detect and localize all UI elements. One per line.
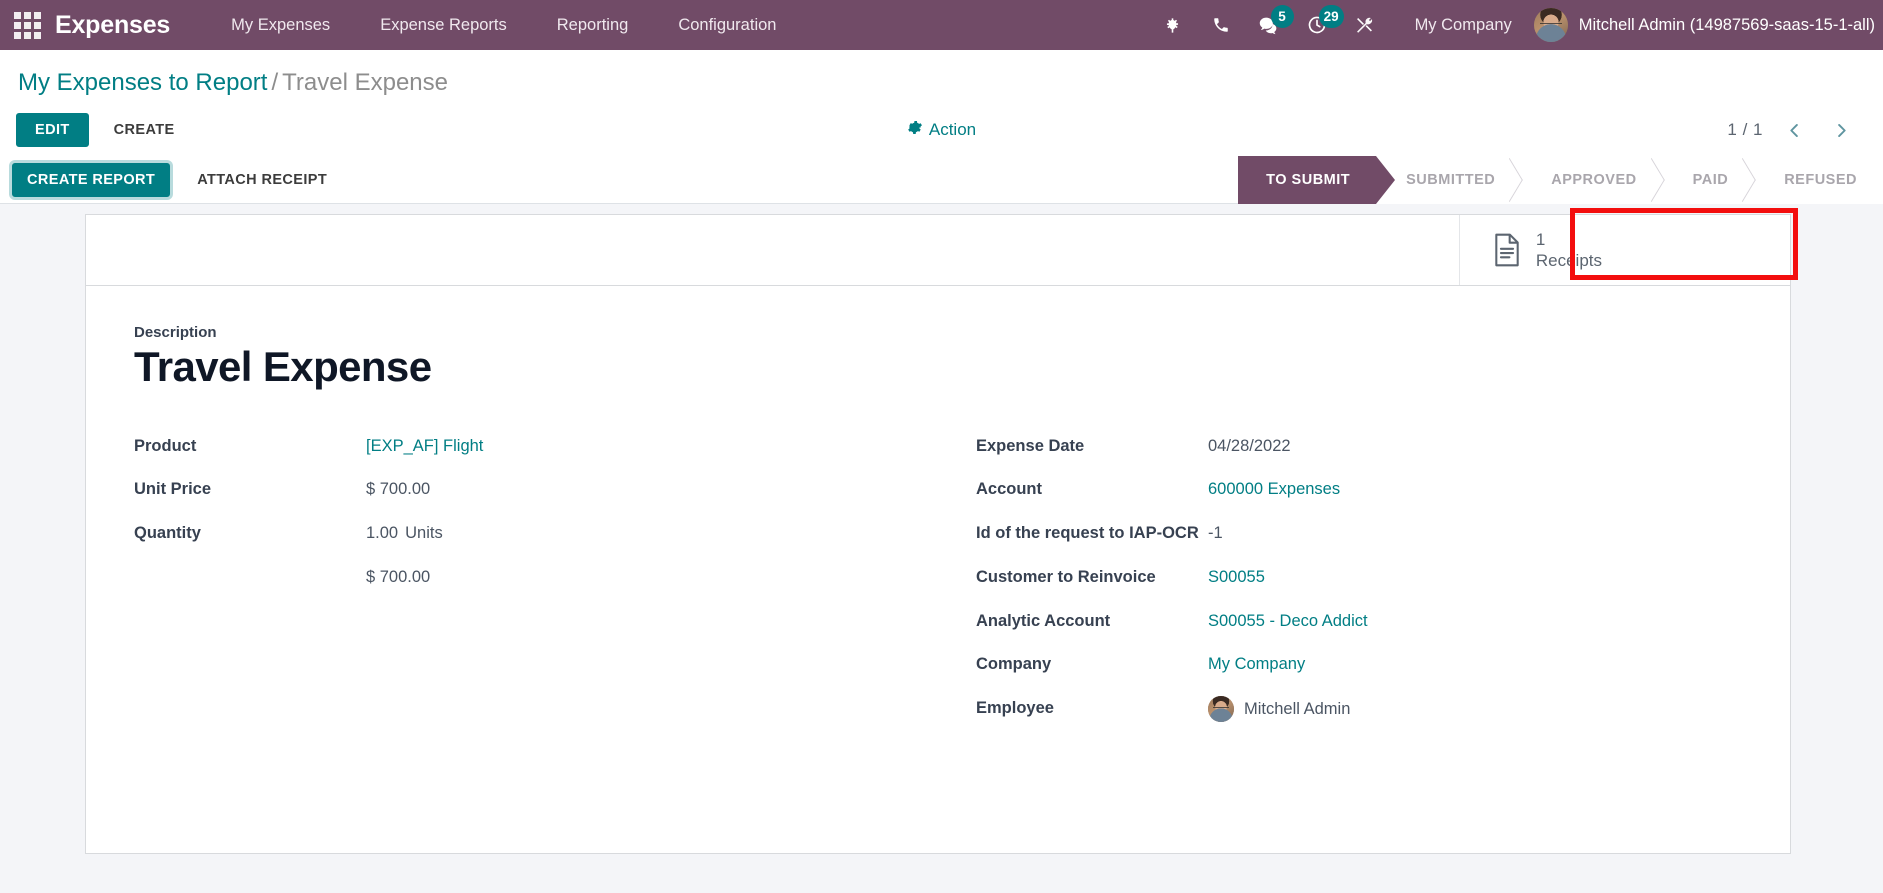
menu-item-reporting[interactable]: Reporting xyxy=(532,0,654,50)
customer-to-reinvoice-value[interactable]: S00055 xyxy=(1208,568,1265,586)
quantity-uom: Units xyxy=(405,524,443,543)
company-value[interactable]: My Company xyxy=(1208,655,1305,673)
expense-date-value: 04/28/2022 xyxy=(1208,436,1291,455)
pager: 1 / 1 xyxy=(1727,120,1867,140)
receipts-count: 1 xyxy=(1535,230,1546,250)
field-row-employee: Employee Mitchell Admin xyxy=(976,696,1742,741)
menu-item-my-expenses[interactable]: My Expenses xyxy=(206,0,355,50)
status-pipeline: TO SUBMIT SUBMITTED APPROVED PAID REFUSE… xyxy=(1238,156,1883,205)
breadcrumb-current: Travel Expense xyxy=(282,69,448,96)
control-panel: My Expenses to Report / Travel Expense EDI… xyxy=(0,50,1883,157)
bug-icon[interactable] xyxy=(1149,0,1197,50)
unit-price-value: $ 700.00 xyxy=(366,480,431,499)
action-menu-label: Action xyxy=(928,120,977,140)
receipts-stat-text: 1 Receipts xyxy=(1536,229,1602,272)
top-navbar: Expenses My Expenses Expense Reports Rep… xyxy=(0,0,1883,50)
field-row-company: Company My Company xyxy=(976,652,1742,696)
attach-receipt-button[interactable]: ATTACH RECEIPT xyxy=(182,163,342,197)
app-brand-title[interactable]: Expenses xyxy=(55,11,206,40)
chevron-left-icon[interactable] xyxy=(1779,121,1810,140)
field-row-account: Account 600000 Expenses xyxy=(976,477,1742,521)
iap-ocr-id-value: -1 xyxy=(1208,524,1223,543)
create-button[interactable]: CREATE xyxy=(97,113,192,147)
product-value[interactable]: [EXP_AF] Flight xyxy=(366,437,483,455)
account-value[interactable]: 600000 Expenses xyxy=(1208,480,1340,498)
description-label: Description xyxy=(134,324,217,342)
form-action-buttons: CREATE REPORT ATTACH RECEIPT xyxy=(12,156,342,203)
apps-grid-icon xyxy=(14,11,41,39)
edit-button[interactable]: EDIT xyxy=(16,113,89,148)
quantity-value: 1.00 xyxy=(366,524,399,543)
form-group-right: Expense Date 04/28/2022 Account 600000 E… xyxy=(938,434,1742,742)
analytic-account-label: Analytic Account xyxy=(976,611,1111,630)
field-row-expense-date: Expense Date 04/28/2022 xyxy=(976,434,1742,478)
sheet-button-box-row: 1 Receipts xyxy=(86,214,1790,287)
apps-menu-toggle[interactable] xyxy=(0,0,55,50)
total-value: $ 700.00 xyxy=(366,567,431,586)
document-receipt-icon xyxy=(1492,233,1522,267)
sheet-body: Description Travel Expense Product [EXP_… xyxy=(86,286,1790,781)
menu-item-expense-reports[interactable]: Expense Reports xyxy=(355,0,532,50)
control-panel-actions: EDIT CREATE Action 1 / 1 xyxy=(16,104,1867,156)
form-groups: Product [EXP_AF] Flight Unit Price $ 700… xyxy=(134,434,1742,742)
messages-badge: 5 xyxy=(1270,5,1294,28)
employee-value[interactable]: Mitchell Admin xyxy=(1244,697,1350,722)
field-row-iap-ocr-id: Id of the request to IAP-OCR -1 xyxy=(976,521,1742,565)
form-content-area: 1 Receipts Description Travel Expense Pr… xyxy=(0,204,1883,893)
phone-icon[interactable] xyxy=(1197,0,1245,50)
employee-avatar xyxy=(1208,696,1234,723)
menu-item-configuration[interactable]: Configuration xyxy=(653,0,801,50)
field-row-analytic-account: Analytic Account S00055 - Deco Addict xyxy=(976,609,1742,653)
action-menu-dropdown[interactable]: Action xyxy=(907,120,976,140)
company-switcher[interactable]: My Company xyxy=(1389,16,1534,35)
quantity-label: Quantity xyxy=(134,524,201,543)
field-row-product: Product [EXP_AF] Flight xyxy=(134,434,898,478)
user-menu[interactable]: Mitchell Admin (14987569-saas-15-1-all) xyxy=(1533,8,1883,42)
form-group-left: Product [EXP_AF] Flight Unit Price $ 700… xyxy=(134,434,938,742)
breadcrumb-root[interactable]: My Expenses to Report xyxy=(18,69,267,96)
form-sheet: 1 Receipts Description Travel Expense Pr… xyxy=(85,214,1791,855)
receipts-stat-button[interactable]: 1 Receipts xyxy=(1458,215,1642,286)
account-label: Account xyxy=(976,480,1042,499)
pager-count: 1 / 1 xyxy=(1727,120,1763,140)
expense-date-label: Expense Date xyxy=(976,436,1085,455)
customer-to-reinvoice-label: Customer to Reinvoice xyxy=(976,567,1156,586)
chevron-right-icon[interactable] xyxy=(1826,121,1857,140)
total-label xyxy=(134,565,366,609)
messages-icon[interactable]: 5 xyxy=(1245,0,1294,50)
form-statusbar-row: CREATE REPORT ATTACH RECEIPT TO SUBMIT S… xyxy=(0,156,1883,205)
status-stage-refused[interactable]: REFUSED xyxy=(1754,156,1883,205)
field-row-quantity: Quantity 1.00 Units xyxy=(134,521,898,565)
activities-clock-icon[interactable]: 29 xyxy=(1293,0,1344,50)
iap-ocr-id-label: Id of the request to IAP-OCR xyxy=(976,524,1199,543)
breadcrumb-separator: / xyxy=(271,69,279,96)
create-report-button[interactable]: CREATE REPORT xyxy=(12,162,171,197)
status-stage-submitted[interactable]: SUBMITTED xyxy=(1376,156,1522,205)
analytic-account-value[interactable]: S00055 - Deco Addict xyxy=(1208,612,1368,630)
description-value: Travel Expense xyxy=(134,343,432,391)
gear-icon xyxy=(907,120,922,140)
company-label: Company xyxy=(976,655,1052,674)
field-row-unit-price: Unit Price $ 700.00 xyxy=(134,477,898,521)
avatar xyxy=(1533,8,1568,42)
status-stage-to-submit[interactable]: TO SUBMIT xyxy=(1238,156,1377,205)
status-stage-approved[interactable]: APPROVED xyxy=(1521,156,1663,205)
main-menu: My Expenses Expense Reports Reporting Co… xyxy=(206,0,801,50)
navbar-right-group: 5 29 My Company Mitchell Admin (14987569… xyxy=(1149,0,1883,50)
breadcrumb: My Expenses to Report / Travel Expense xyxy=(16,50,1867,104)
field-row-total: $ 700.00 xyxy=(134,565,898,609)
product-label: Product xyxy=(134,436,197,455)
user-name: Mitchell Admin (14987569-saas-15-1-all) xyxy=(1578,15,1875,34)
unit-price-label: Unit Price xyxy=(134,480,212,499)
field-row-customer-to-reinvoice: Customer to Reinvoice S00055 xyxy=(976,565,1742,609)
receipts-label: Receipts xyxy=(1535,251,1602,271)
status-stage-paid[interactable]: PAID xyxy=(1662,156,1755,205)
employee-label: Employee xyxy=(976,699,1054,718)
tools-icon[interactable] xyxy=(1341,0,1389,50)
